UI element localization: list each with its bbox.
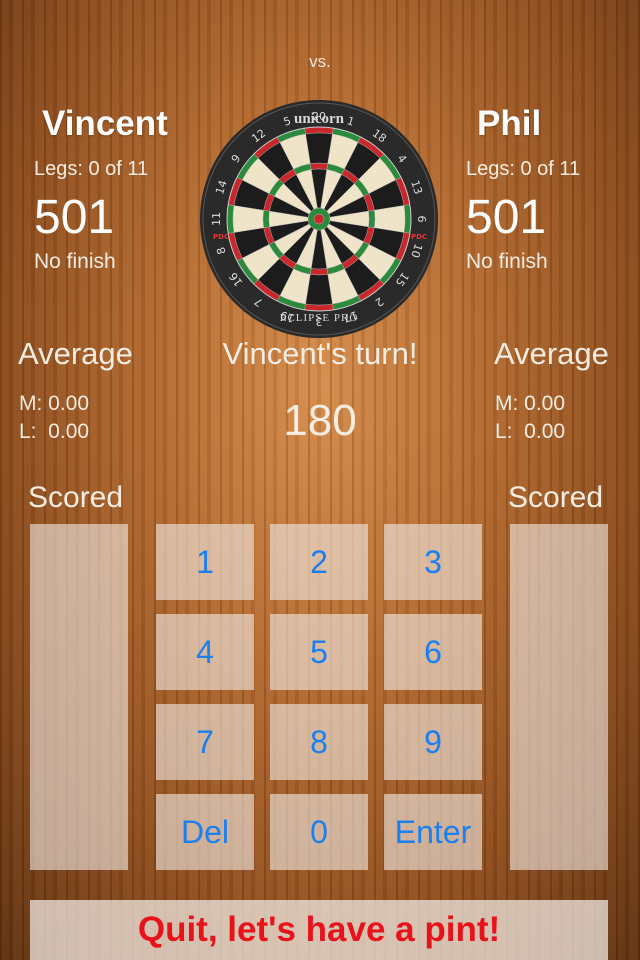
dartboard-number-11: 11 — [210, 212, 223, 226]
key-1[interactable]: 1 — [156, 524, 254, 600]
key-0[interactable]: 0 — [270, 794, 368, 870]
key-8[interactable]: 8 — [270, 704, 368, 780]
dartboard-treble-15 — [262, 210, 270, 228]
player2-name: Phil — [477, 104, 542, 143]
player1-name: Vincent — [42, 104, 168, 143]
dartboard-treble-5 — [368, 210, 376, 228]
player1-legs-value: 0 of 11 — [88, 158, 149, 180]
player2-legs-label: Legs: — [466, 158, 515, 180]
dartboard-model-label: ECLIPSE PRO — [280, 312, 359, 324]
player1-average-m: M: 0.00 — [19, 392, 90, 415]
player2-scored-title: Scored — [508, 481, 604, 514]
key-4[interactable]: 4 — [156, 614, 254, 690]
player1-scored-list[interactable] — [30, 524, 128, 870]
key-5[interactable]: 5 — [270, 614, 368, 690]
player2-finish: No finish — [466, 250, 548, 273]
key-3[interactable]: 3 — [384, 524, 482, 600]
enter-button[interactable]: Enter — [384, 794, 482, 870]
dartboard-treble-10 — [310, 268, 328, 276]
dartboard-svg: 20 11841361015217319716811149125 unicornEC… — [200, 100, 438, 338]
player1-legs-label: Legs: — [34, 158, 83, 180]
quit-button[interactable]: Quit, let's have a pint! — [30, 900, 608, 960]
key-2[interactable]: 2 — [270, 524, 368, 600]
player1-finish: No finish — [34, 250, 116, 273]
player2-score: 501 — [466, 191, 547, 244]
player1-average-l: L: 0.00 — [19, 420, 90, 443]
dartboard-treble-0 — [310, 162, 328, 170]
key-6[interactable]: 6 — [384, 614, 482, 690]
player2-scored-list[interactable] — [510, 524, 608, 870]
key-9[interactable]: 9 — [384, 704, 482, 780]
player1-legs: Legs: 0 of 11 — [34, 158, 148, 181]
player2-average-title: Average — [494, 336, 609, 371]
turn-indicator: Vincent's turn! — [222, 336, 418, 371]
player2-legs-value: 0 of 11 — [520, 158, 581, 180]
player2-average-l: L: 0.00 — [495, 420, 566, 443]
dartboard-image: 20 1 18 4 13 6 10 15 2 17 3 19 7 16 8 11 14 9 12 5 unicorn EC… — [199, 99, 439, 339]
delete-button[interactable]: Del — [156, 794, 254, 870]
player1-score: 501 — [34, 191, 115, 244]
player2-average-m: M: 0.00 — [495, 392, 566, 415]
vs-label: vs. — [309, 52, 331, 71]
dartboard-number-6: 6 — [415, 216, 428, 223]
dartboard-pdc-badge-right: PDC — [411, 233, 427, 241]
score-input-display: 180 — [283, 396, 357, 445]
dartboard-pdc-badge-left: PDC — [213, 233, 229, 241]
dartboard-bullseye — [313, 213, 325, 225]
player1-scored-title: Scored — [28, 481, 124, 514]
player1-average-title: Average — [18, 336, 133, 371]
dartboard-brand-label: unicorn — [294, 111, 345, 127]
player2-legs: Legs: 0 of 11 — [466, 158, 580, 181]
key-7[interactable]: 7 — [156, 704, 254, 780]
